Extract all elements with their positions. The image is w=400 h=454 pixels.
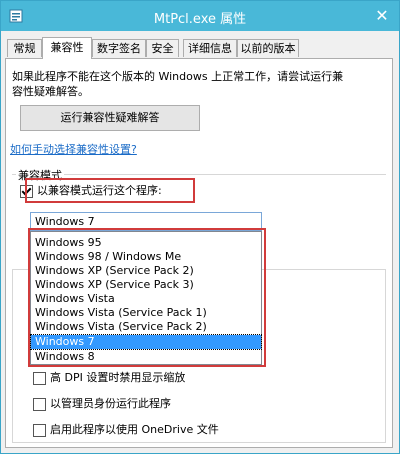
- tab-digital-signatures[interactable]: 数字签名: [92, 39, 146, 57]
- os-option-selected[interactable]: Windows 7: [30, 334, 262, 350]
- run-as-admin-checkbox[interactable]: [33, 397, 46, 411]
- compat-mode-checkbox-row[interactable]: 以兼容模式运行这个程序:: [20, 183, 162, 199]
- os-option[interactable]: Windows 8: [35, 350, 95, 364]
- compat-mode-checkbox-label: 以兼容模式运行这个程序:: [37, 184, 162, 197]
- properties-window: MtPcl.exe 属性 ✕ 常规 兼容性 数字签名 安全 详细信息 以前的版本…: [0, 0, 400, 454]
- intro-line-2: 容性疑难解答。: [12, 85, 89, 98]
- os-option[interactable]: Windows 95: [35, 236, 102, 250]
- disable-dpi-scaling-row[interactable]: 高 DPI 设置时禁用显示缩放: [33, 370, 185, 386]
- os-option[interactable]: Windows Vista (Service Pack 1): [35, 306, 207, 320]
- intro-line-1: 如果此程序不能在这个版本的 Windows 上正常工作，请尝试运行兼: [12, 70, 344, 83]
- window-title: MtPcl.exe 属性: [153, 12, 247, 27]
- intro-text: 如果此程序不能在这个版本的 Windows 上正常工作，请尝试运行兼 容性疑难解…: [12, 69, 372, 99]
- tab-previous-versions[interactable]: 以前的版本: [237, 39, 299, 57]
- os-option[interactable]: Windows XP (Service Pack 3): [35, 278, 194, 292]
- manual-settings-link[interactable]: 如何手动选择兼容性设置?: [10, 141, 137, 157]
- os-version-dropdown-list: Windows 95 Windows 98 / Windows Me Windo…: [30, 231, 262, 365]
- run-troubleshooter-button[interactable]: 运行兼容性疑难解答: [20, 105, 200, 131]
- onedrive-files-label: 启用此程序以使用 OneDrive 文件: [50, 423, 219, 436]
- os-version-select[interactable]: Windows 7: [30, 212, 262, 231]
- os-option[interactable]: Windows 98 / Windows Me: [35, 250, 181, 264]
- tab-general[interactable]: 常规: [7, 39, 42, 57]
- run-as-admin-label: 以管理员身份运行此程序: [50, 397, 171, 410]
- tab-compatibility[interactable]: 兼容性: [42, 37, 92, 59]
- onedrive-files-row[interactable]: 启用此程序以使用 OneDrive 文件: [33, 422, 219, 438]
- title-bar[interactable]: MtPcl.exe 属性 ✕: [1, 1, 399, 31]
- os-option[interactable]: Windows Vista (Service Pack 2): [35, 320, 207, 334]
- tab-details[interactable]: 详细信息: [183, 39, 237, 57]
- os-option[interactable]: Windows Vista: [35, 292, 115, 306]
- compat-mode-group-label: 兼容模式: [16, 167, 64, 183]
- run-as-admin-row[interactable]: 以管理员身份运行此程序: [33, 396, 171, 412]
- os-option[interactable]: Windows XP (Service Pack 2): [35, 264, 194, 278]
- tab-security[interactable]: 安全: [146, 39, 179, 57]
- close-icon: ✕: [375, 6, 389, 25]
- disable-dpi-scaling-label: 高 DPI 设置时禁用显示缩放: [50, 371, 186, 384]
- close-button[interactable]: ✕: [373, 7, 391, 25]
- onedrive-files-checkbox[interactable]: [33, 423, 46, 437]
- group-divider: [12, 174, 386, 175]
- compatibility-panel: 如果此程序不能在这个版本的 Windows 上正常工作，请尝试运行兼 容性疑难解…: [5, 58, 393, 448]
- compat-mode-checkbox[interactable]: [20, 184, 33, 198]
- disable-dpi-scaling-checkbox[interactable]: [33, 371, 46, 385]
